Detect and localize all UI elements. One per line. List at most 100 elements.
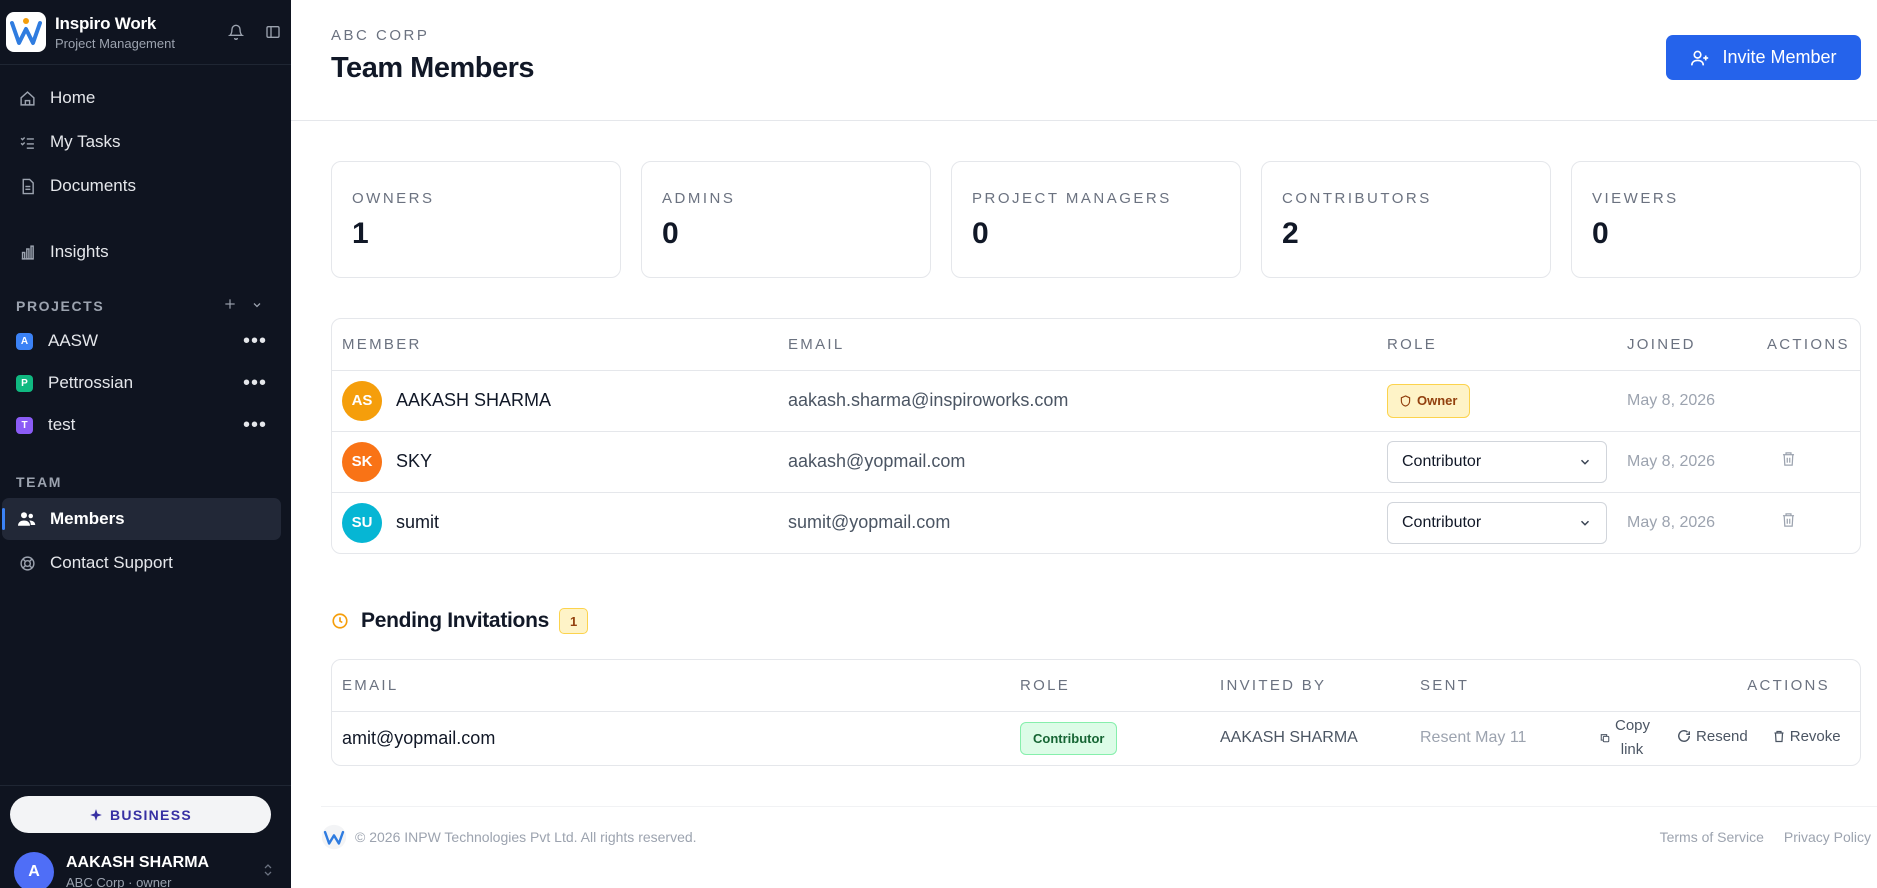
projects-label: PROJECTS — [16, 297, 105, 314]
privacy-link[interactable]: Privacy Policy — [1784, 829, 1871, 845]
revoke-button[interactable]: Revoke — [1773, 728, 1841, 745]
project-item-test[interactable]: T test ••• — [0, 404, 291, 446]
project-badge: T — [16, 416, 33, 434]
chevron-down-icon — [1580, 520, 1590, 526]
col-header-email: EMAIL — [778, 319, 1377, 371]
footer-logo-icon — [321, 824, 347, 849]
project-item-pettrossian[interactable]: P Pettrossian ••• — [0, 362, 291, 404]
more-icon[interactable]: ••• — [243, 415, 267, 435]
document-icon — [18, 177, 36, 195]
nav-item-members[interactable]: Members — [2, 498, 281, 540]
pending-invitations-heading: Pending Invitations 1 — [331, 608, 589, 634]
joined-date: May 8, 2026 — [1627, 513, 1716, 531]
table-row: SK SKY aakash@yopmail.com Contributor May… — [332, 431, 1860, 493]
main-nav: Home My Tasks Documents Insights — [0, 65, 291, 273]
nav-item-insights[interactable]: Insights — [2, 231, 281, 273]
shield-icon — [1400, 394, 1411, 407]
count-badge: 1 — [558, 608, 589, 634]
sidebar-toggle-icon[interactable] — [263, 22, 283, 42]
nav-item-documents[interactable]: Documents — [2, 165, 281, 207]
member-email: sumit@yopmail.com — [788, 512, 951, 533]
projects-section-label: PROJECTS — [0, 297, 291, 314]
page-footer: © 2026 INPW Technologies Pvt Ltd. All ri… — [321, 806, 1877, 866]
copy-icon — [1600, 734, 1610, 743]
members-icon — [18, 510, 36, 528]
brand-header: Inspiro Work Project Management — [0, 0, 291, 65]
page-header: ABC CORP Team Members Invite Member — [291, 0, 1877, 121]
delete-icon[interactable] — [1781, 512, 1797, 528]
user-subtitle: ABC Corp · owner — [66, 875, 172, 888]
home-icon — [18, 89, 36, 107]
page-title: Team Members — [331, 52, 535, 84]
chevron-down-icon — [1580, 459, 1590, 465]
stat-value: 0 — [972, 217, 989, 250]
stat-value: 1 — [352, 217, 369, 250]
avatar: AS — [342, 380, 382, 421]
nav-label-insights: Insights — [50, 242, 109, 261]
member-name: sumit — [396, 511, 440, 532]
avatar: SK — [342, 441, 382, 482]
avatar: SU — [342, 502, 382, 543]
col-header-role: ROLE — [1377, 319, 1617, 371]
business-label: BUSINESS — [110, 806, 192, 823]
user-menu[interactable]: A AAKASH SHARMA ABC Corp · owner — [14, 852, 274, 888]
stat-label: ADMINS — [662, 190, 736, 207]
sparkle-icon — [90, 808, 102, 821]
project-name: AASW — [48, 331, 99, 350]
role-select-value: Contributor — [1402, 513, 1482, 531]
delete-icon[interactable] — [1781, 451, 1797, 467]
business-plan-button[interactable]: BUSINESS — [10, 796, 271, 833]
role-select[interactable]: Contributor — [1387, 440, 1607, 483]
nav-item-home[interactable]: Home — [2, 77, 281, 119]
role-badge-owner: Owner — [1387, 383, 1471, 418]
logo-icon — [10, 18, 42, 45]
add-project-icon[interactable] — [223, 297, 237, 314]
more-icon[interactable]: ••• — [243, 373, 267, 393]
nav-label-my-tasks: My Tasks — [50, 132, 121, 151]
sent-date: Resent May 11 — [1420, 729, 1527, 747]
chevron-updown-icon[interactable] — [262, 863, 274, 882]
chevron-down-icon[interactable] — [251, 298, 263, 314]
tasks-icon — [18, 133, 36, 151]
col-header-role: ROLE — [1010, 660, 1210, 712]
role-select-value: Contributor — [1402, 452, 1482, 470]
project-badge: A — [16, 332, 33, 350]
trash-icon — [1774, 731, 1784, 743]
pending-invitations-table: EMAIL ROLE INVITED BY SENT ACTIONS amit@… — [331, 659, 1861, 766]
more-icon[interactable]: ••• — [243, 331, 267, 351]
role-stats: OWNERS 1 ADMINS 0 PROJECT MANAGERS 0 CON… — [331, 161, 1861, 278]
resend-button[interactable]: Resend — [1677, 728, 1748, 745]
brand-subtitle: Project Management — [55, 35, 175, 51]
revoke-label: Revoke — [1789, 728, 1841, 746]
bell-icon[interactable] — [226, 22, 246, 42]
org-name: ABC CORP — [331, 27, 430, 44]
copy-link-button[interactable]: Copy link — [1600, 714, 1652, 762]
nav-item-contact-support[interactable]: Contact Support — [2, 542, 281, 584]
table-row: SU sumit sumit@yopmail.com Contributor Ma… — [332, 492, 1860, 553]
invite-label: Invite Member — [1722, 47, 1837, 67]
member-name: SKY — [396, 450, 433, 471]
nav-label-contact-support: Contact Support — [50, 553, 173, 572]
table-header-row: EMAIL ROLE INVITED BY SENT ACTIONS — [332, 660, 1860, 712]
members-table: MEMBER EMAIL ROLE JOINED ACTIONS AS AAKAS… — [331, 318, 1861, 554]
member-email: aakash@yopmail.com — [778, 431, 1377, 493]
invited-by: AAKASH SHARMA — [1220, 729, 1358, 747]
col-header-joined: JOINED — [1617, 319, 1757, 371]
invite-member-button[interactable]: Invite Member — [1666, 35, 1861, 80]
role-select[interactable]: Contributor — [1387, 501, 1607, 544]
project-item-aasw[interactable]: A AASW ••• — [0, 320, 291, 362]
app-logo[interactable] — [6, 12, 46, 52]
terms-link[interactable]: Terms of Service — [1660, 829, 1764, 845]
project-name: test — [48, 415, 76, 434]
add-user-icon — [1691, 50, 1709, 65]
copy-link-label: Copy link — [1615, 717, 1651, 759]
col-header-actions: ACTIONS — [1590, 660, 1860, 712]
support-icon — [18, 554, 36, 572]
team-section-label: TEAM — [0, 474, 291, 490]
col-header-actions: ACTIONS — [1757, 319, 1860, 371]
refresh-icon — [1678, 730, 1690, 743]
stat-label: CONTRIBUTORS — [1282, 190, 1432, 207]
team-label: TEAM — [16, 474, 63, 490]
clock-icon — [332, 613, 348, 629]
nav-item-my-tasks[interactable]: My Tasks — [2, 121, 281, 163]
